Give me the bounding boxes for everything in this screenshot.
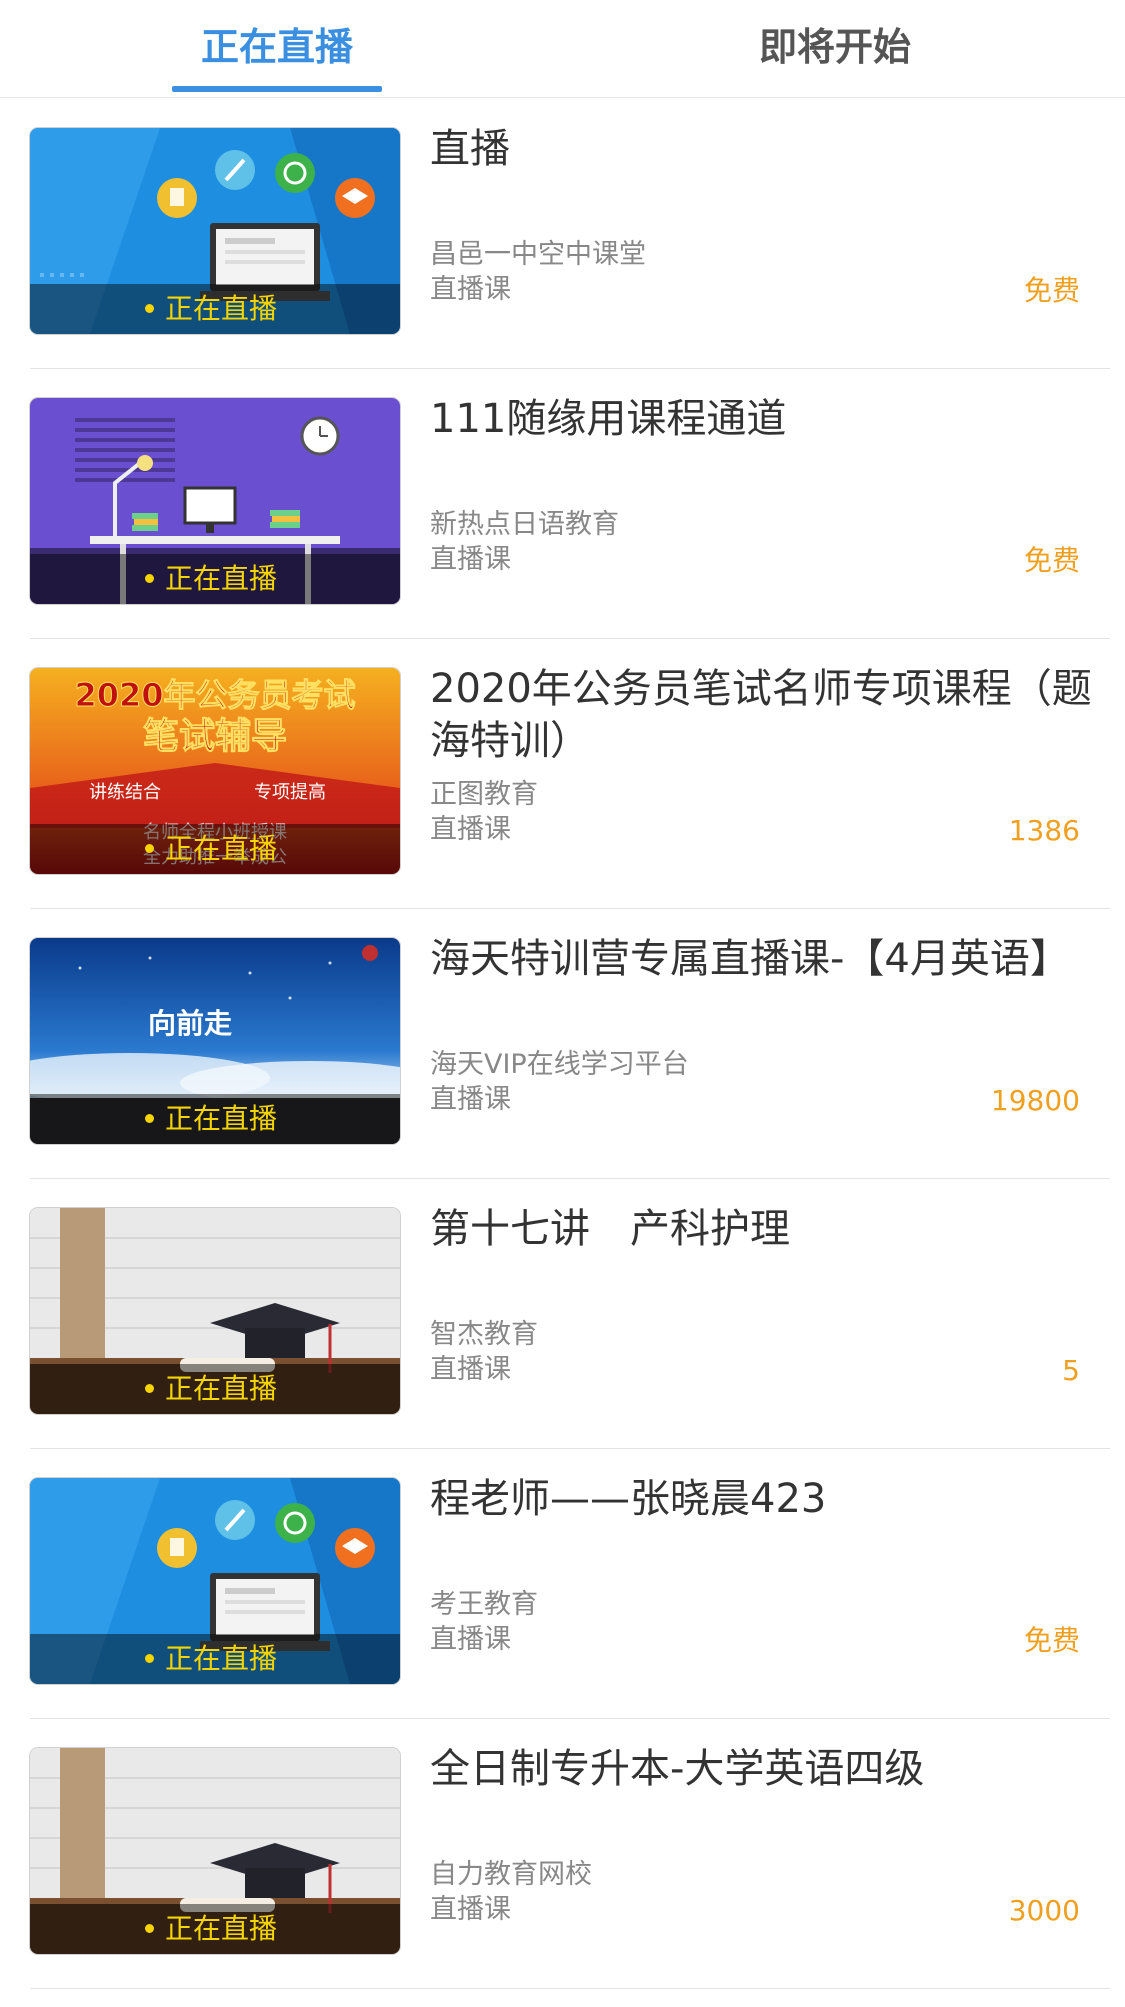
course-type: 直播课 <box>430 814 511 845</box>
course-organization: 新热点日语教育 <box>430 509 619 540</box>
course-item[interactable]: 正在直播 111随缘用课程通道 新热点日语教育 直播课 免费 <box>30 368 1110 639</box>
course-thumbnail: 正在直播 <box>30 1748 400 1954</box>
course-title: 111随缘用课程通道 <box>430 396 787 442</box>
banner-title: 向前走 <box>148 1007 232 1040</box>
live-badge: 正在直播 <box>30 554 400 604</box>
course-price: 19800 <box>990 1084 1080 1117</box>
live-badge: 正在直播 <box>30 1904 400 1954</box>
active-tab-indicator <box>172 86 382 92</box>
course-item[interactable]: 正在直播 全日制专升本-大学英语四级 自力教育网校 直播课 3000 <box>30 1718 1110 1989</box>
live-dot-icon <box>145 844 154 853</box>
live-badge: 正在直播 <box>30 1364 400 1414</box>
course-type: 直播课 <box>430 544 511 575</box>
course-type: 直播课 <box>430 1354 511 1385</box>
course-thumbnail: 正在直播 <box>30 128 400 334</box>
course-price: 1386 <box>1008 814 1080 847</box>
live-dot-icon <box>145 1924 154 1933</box>
course-title: 海天特训营专属直播课-【4月英语】 <box>430 936 1070 982</box>
tab-bar: 正在直播 即将开始 <box>0 0 1125 98</box>
course-item[interactable]: 正在直播 程老师——张晓晨423 考王教育 直播课 免费 <box>30 1448 1110 1719</box>
live-badge-label: 正在直播 <box>165 832 278 865</box>
course-price: 免费 <box>1023 274 1080 307</box>
banner-subtitle: 笔试辅导 <box>143 716 287 757</box>
course-price: 免费 <box>1023 1624 1080 1657</box>
course-organization: 正图教育 <box>430 779 538 810</box>
course-organization: 自力教育网校 <box>430 1859 592 1890</box>
course-thumbnail: 向前走 正在直播 <box>30 938 400 1144</box>
course-type: 直播课 <box>430 1624 511 1655</box>
live-dot-icon <box>145 304 154 313</box>
course-item[interactable]: 向前走 正在直播 海天特训营专属直播课-【4月英语】 海天VIP在线学习平台 直… <box>30 908 1110 1179</box>
course-price: 免费 <box>1023 544 1080 577</box>
course-type: 直播课 <box>430 1084 511 1115</box>
live-badge-label: 正在直播 <box>165 1102 278 1135</box>
course-item[interactable]: 2020年公务员考试 笔试辅导 讲练结合 专项提高 名师全程小班授课 全力助推一… <box>30 638 1110 909</box>
live-badge-label: 正在直播 <box>165 292 278 325</box>
course-title: 全日制专升本-大学英语四级 <box>430 1746 925 1792</box>
course-price: 3000 <box>1008 1894 1080 1927</box>
live-badge-label: 正在直播 <box>165 562 278 595</box>
course-thumbnail: 正在直播 <box>30 1208 400 1414</box>
live-badge: 正在直播 <box>30 284 400 334</box>
course-title: 2020年公务员笔试名师专项课程（题海特训） <box>430 666 1092 764</box>
live-badge-label: 正在直播 <box>165 1912 278 1945</box>
course-title: 第十七讲 产科护理 <box>430 1206 790 1252</box>
live-dot-icon <box>145 1384 154 1393</box>
live-dot-icon <box>145 1654 154 1663</box>
live-dot-icon <box>145 1114 154 1123</box>
course-organization: 智杰教育 <box>430 1319 538 1350</box>
live-badge: 正在直播 <box>30 1094 400 1144</box>
live-badge-label: 正在直播 <box>165 1642 278 1675</box>
tab-upcoming[interactable]: 即将开始 <box>730 0 940 94</box>
course-thumbnail: 正在直播 <box>30 398 400 604</box>
course-title: 直播 <box>430 126 510 172</box>
course-thumbnail: 正在直播 <box>30 1478 400 1684</box>
course-organization: 昌邑一中空中课堂 <box>430 239 646 270</box>
course-type: 直播课 <box>430 274 511 305</box>
banner-title: 2020年公务员考试 <box>74 676 355 714</box>
tab-live[interactable]: 正在直播 <box>172 0 382 94</box>
course-title: 程老师——张晓晨423 <box>430 1476 827 1522</box>
course-thumbnail: 2020年公务员考试 笔试辅导 讲练结合 专项提高 名师全程小班授课 全力助推一… <box>30 668 400 874</box>
banner-left: 讲练结合 <box>89 782 161 803</box>
live-badge-label: 正在直播 <box>165 1372 278 1405</box>
course-organization: 考王教育 <box>430 1589 538 1620</box>
live-dot-icon <box>145 574 154 583</box>
banner-right: 专项提高 <box>254 782 326 803</box>
course-item[interactable]: 正在直播 第十七讲 产科护理 智杰教育 直播课 5 <box>30 1178 1110 1449</box>
course-item[interactable]: 正在直播 直播 昌邑一中空中课堂 直播课 免费 <box>30 98 1110 369</box>
live-badge: 正在直播 <box>30 1634 400 1684</box>
course-organization: 海天VIP在线学习平台 <box>430 1049 689 1080</box>
course-price: 5 <box>1062 1354 1080 1387</box>
live-badge: 正在直播 <box>30 824 400 874</box>
course-type: 直播课 <box>430 1894 511 1925</box>
